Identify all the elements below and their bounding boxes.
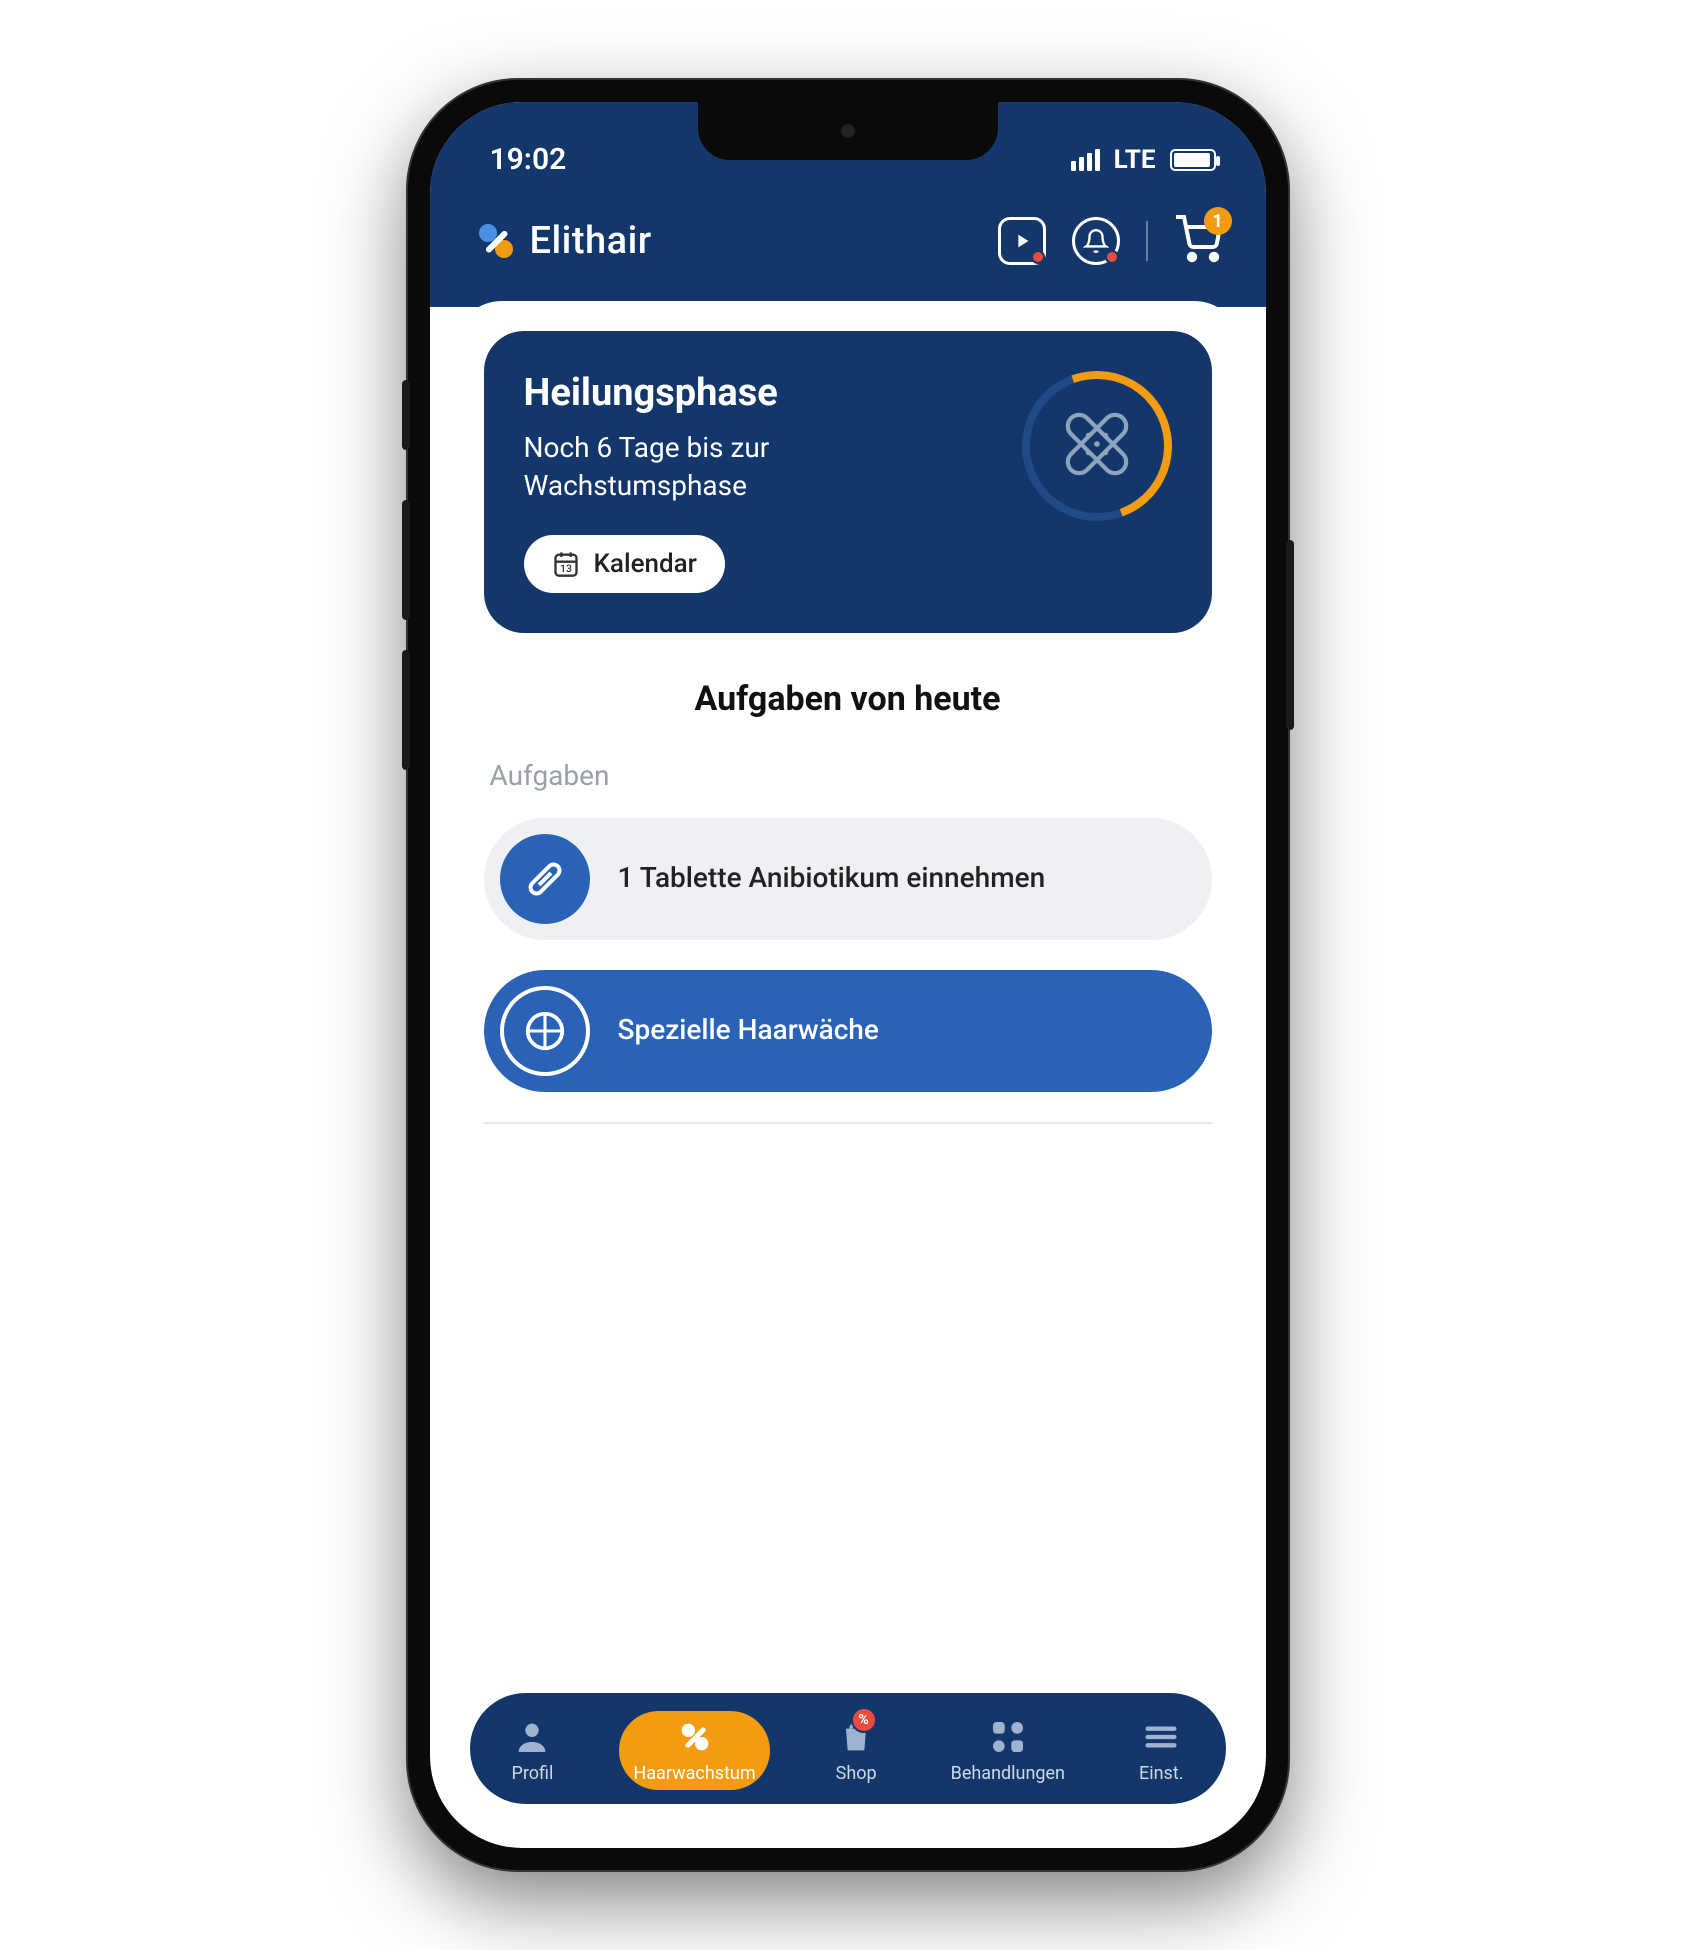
screen: 19:02 LTE Elithair xyxy=(430,102,1266,1848)
signal-icon xyxy=(1071,149,1100,171)
nav-label: Einst. xyxy=(1139,1763,1183,1784)
nav-haarwachstum[interactable]: Haarwachstum xyxy=(619,1711,769,1790)
treatments-icon xyxy=(988,1717,1028,1757)
tasks-section-label: Aufgaben xyxy=(490,759,1212,792)
play-icon xyxy=(1011,230,1033,252)
status-time: 19:02 xyxy=(490,142,567,177)
nav-profil[interactable]: Profil xyxy=(504,1711,562,1790)
bandage-icon xyxy=(1052,399,1142,489)
calendar-icon: 13 xyxy=(552,550,580,578)
status-right: LTE xyxy=(1071,145,1216,175)
nav-behandlungen[interactable]: Behandlungen xyxy=(943,1711,1073,1790)
pill-icon xyxy=(500,834,590,924)
nav-label: Shop xyxy=(836,1763,877,1784)
phase-card: Heilungsphase Noch 6 Tage bis zur Wachst… xyxy=(484,331,1212,633)
header-divider xyxy=(1146,221,1148,261)
task-item-antibiotic[interactable]: 1 Tablette Anibiotikum einnehmen xyxy=(484,818,1212,940)
notch xyxy=(698,102,998,160)
header-actions: 1 xyxy=(998,215,1222,267)
phone-power-button xyxy=(1286,540,1294,730)
phone-volume-up xyxy=(402,500,410,620)
bottom-nav: Profil Haarwachstum % Shop Behandlungen … xyxy=(470,1693,1226,1804)
calendar-button[interactable]: 13 Kalendar xyxy=(524,535,725,593)
notifications-button[interactable] xyxy=(1072,217,1120,265)
shop-discount-badge: % xyxy=(851,1707,877,1733)
nav-label: Haarwachstum xyxy=(633,1763,755,1784)
nav-label: Profil xyxy=(512,1763,554,1784)
phone-frame: 19:02 LTE Elithair xyxy=(408,80,1288,1870)
phase-title: Heilungsphase xyxy=(524,371,1002,415)
calendar-label: Kalendar xyxy=(594,549,697,579)
nav-label: Behandlungen xyxy=(951,1763,1065,1784)
svg-text:13: 13 xyxy=(560,562,572,575)
task-text: Spezielle Haarwäche xyxy=(618,1012,879,1048)
video-badge-dot xyxy=(1031,250,1045,264)
phone-mute-switch xyxy=(402,380,410,450)
growth-icon xyxy=(675,1717,715,1757)
tasks-heading: Aufgaben von heute xyxy=(484,679,1212,719)
nav-shop[interactable]: % Shop xyxy=(828,1711,885,1790)
bell-icon xyxy=(1083,228,1109,254)
notifications-badge-dot xyxy=(1105,250,1119,264)
phase-progress-ring xyxy=(997,346,1196,545)
cart-badge: 1 xyxy=(1204,207,1232,235)
brand-name: Elithair xyxy=(530,219,652,263)
brand-logo[interactable]: Elithair xyxy=(474,219,652,263)
profile-icon xyxy=(512,1717,552,1757)
content-card: Heilungsphase Noch 6 Tage bis zur Wachst… xyxy=(454,301,1242,1701)
divider xyxy=(484,1122,1212,1124)
phone-volume-down xyxy=(402,650,410,770)
task-text: 1 Tablette Anibiotikum einnehmen xyxy=(618,860,1046,896)
nav-einstellungen[interactable]: Einst. xyxy=(1131,1711,1191,1790)
network-label: LTE xyxy=(1114,145,1156,175)
cart-button[interactable]: 1 xyxy=(1174,215,1222,267)
brand-logo-icon xyxy=(474,219,518,263)
battery-icon xyxy=(1170,149,1216,171)
menu-icon xyxy=(1141,1717,1181,1757)
hairwash-icon xyxy=(500,986,590,1076)
app-header: Elithair xyxy=(430,187,1266,307)
video-button[interactable] xyxy=(998,217,1046,265)
task-item-hairwash[interactable]: Spezielle Haarwäche xyxy=(484,970,1212,1092)
phase-subtitle: Noch 6 Tage bis zur Wachstumsphase xyxy=(524,429,864,505)
